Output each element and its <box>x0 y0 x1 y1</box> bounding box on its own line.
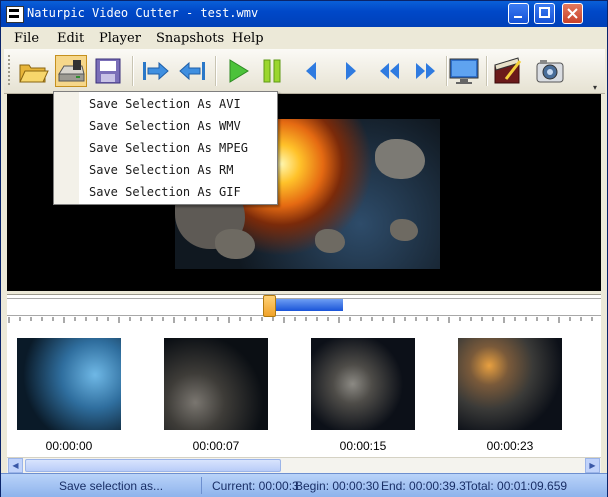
timeline-ticks <box>8 317 593 323</box>
position-slider[interactable] <box>263 295 276 317</box>
toolbar: ▾ <box>4 49 605 94</box>
menu-item-save-avi[interactable]: Save Selection As AVI <box>89 97 241 111</box>
cut-video-button[interactable] <box>492 55 524 87</box>
thumbnail-strip: 00:00:00 00:00:07 00:00:15 00:00:23 <box>7 328 601 458</box>
timeline[interactable] <box>7 294 601 329</box>
thumbnail-item[interactable]: 00:00:23 <box>458 338 562 458</box>
menu-snapshots[interactable]: Snapshots <box>156 31 224 46</box>
toolbar-overflow-chevron-icon[interactable]: ▾ <box>593 83 597 92</box>
next-frame-icon <box>346 62 356 80</box>
save-selection-menu: Save Selection As AVI Save Selection As … <box>53 91 278 205</box>
menu-bar: File Edit Player Snapshots Help <box>1 27 607 49</box>
thumbnail-time: 00:00:00 <box>45 439 93 453</box>
rewind-button[interactable] <box>373 55 405 87</box>
menu-item-save-mpeg[interactable]: Save Selection As MPEG <box>89 141 248 155</box>
status-current: Current: 00:00:3 <box>212 479 299 493</box>
menu-player[interactable]: Player <box>99 31 141 46</box>
thumbnail-time: 00:00:07 <box>192 439 240 453</box>
maximize-icon <box>539 7 550 18</box>
set-end-icon <box>179 61 205 81</box>
status-bar: Save selection as... Current: 00:00:3 Be… <box>1 473 607 497</box>
monitor-icon <box>449 58 479 84</box>
thumbnail-image <box>458 338 562 430</box>
open-button[interactable] <box>17 55 49 87</box>
previous-frame-icon <box>306 62 316 80</box>
rewind-icon <box>380 63 399 79</box>
app-icon[interactable] <box>6 6 24 23</box>
save-snapshot-icon <box>95 58 121 84</box>
fast-forward-icon <box>416 63 435 79</box>
thumbnail-item[interactable]: 00:00:07 <box>164 338 268 458</box>
app-window: Naturpic Video Cutter - test.wmv File Ed… <box>0 0 608 497</box>
pause-icon <box>263 59 281 83</box>
thumbnail-time: 00:00:23 <box>486 439 534 453</box>
set-end-button[interactable] <box>176 55 208 87</box>
menu-help[interactable]: Help <box>232 31 264 46</box>
thumbnail-image <box>17 338 121 430</box>
save-snapshot-button[interactable] <box>92 55 124 87</box>
menu-edit[interactable]: Edit <box>57 31 84 46</box>
snapshot-button[interactable] <box>534 55 566 87</box>
scroll-right-arrow-icon[interactable]: ▶ <box>585 458 600 473</box>
pause-button[interactable] <box>256 55 288 87</box>
previous-frame-button[interactable] <box>296 55 328 87</box>
status-message: Save selection as... <box>59 479 164 493</box>
save-selection-button[interactable] <box>55 55 87 87</box>
open-folder-icon <box>19 64 49 83</box>
status-end: End: 00:00:39.3 <box>381 479 466 493</box>
camera-icon <box>536 60 564 83</box>
close-button[interactable] <box>562 3 583 24</box>
thumbnail-item[interactable]: 00:00:15 <box>311 338 415 458</box>
set-begin-icon <box>143 61 169 81</box>
scrollbar-thumb[interactable] <box>25 459 281 472</box>
scroll-left-arrow-icon[interactable]: ◀ <box>8 458 23 473</box>
menu-item-save-gif[interactable]: Save Selection As GIF <box>89 185 241 199</box>
thumbnail-time: 00:00:15 <box>339 439 387 453</box>
thumbnail-image <box>311 338 415 430</box>
status-total: Total: 00:01:09.659 <box>465 479 568 493</box>
play-icon <box>229 59 249 83</box>
menu-item-save-rm[interactable]: Save Selection As RM <box>89 163 234 177</box>
clapper-icon <box>494 57 522 84</box>
fullscreen-button[interactable] <box>448 55 480 87</box>
toolbar-grip[interactable] <box>8 55 13 85</box>
menu-file[interactable]: File <box>14 31 39 46</box>
thumbnail-image <box>164 338 268 430</box>
minimize-button[interactable] <box>508 3 529 24</box>
window-title: Naturpic Video Cutter - test.wmv <box>27 6 259 20</box>
horizontal-scrollbar[interactable]: ◀ ▶ <box>7 457 601 473</box>
menu-item-save-wmv[interactable]: Save Selection As WMV <box>89 119 241 133</box>
status-begin: Begin: 00:00:30 <box>295 479 380 493</box>
selection-range[interactable] <box>269 299 343 311</box>
next-frame-button[interactable] <box>334 55 366 87</box>
title-bar[interactable]: Naturpic Video Cutter - test.wmv <box>1 1 607 27</box>
thumbnail-item[interactable]: 00:00:00 <box>17 338 121 458</box>
fast-forward-button[interactable] <box>410 55 442 87</box>
minimize-icon <box>514 16 522 18</box>
play-button[interactable] <box>222 55 254 87</box>
save-selection-icon <box>58 60 85 82</box>
close-icon <box>567 8 578 19</box>
maximize-button[interactable] <box>534 3 555 24</box>
set-begin-button[interactable] <box>139 55 171 87</box>
